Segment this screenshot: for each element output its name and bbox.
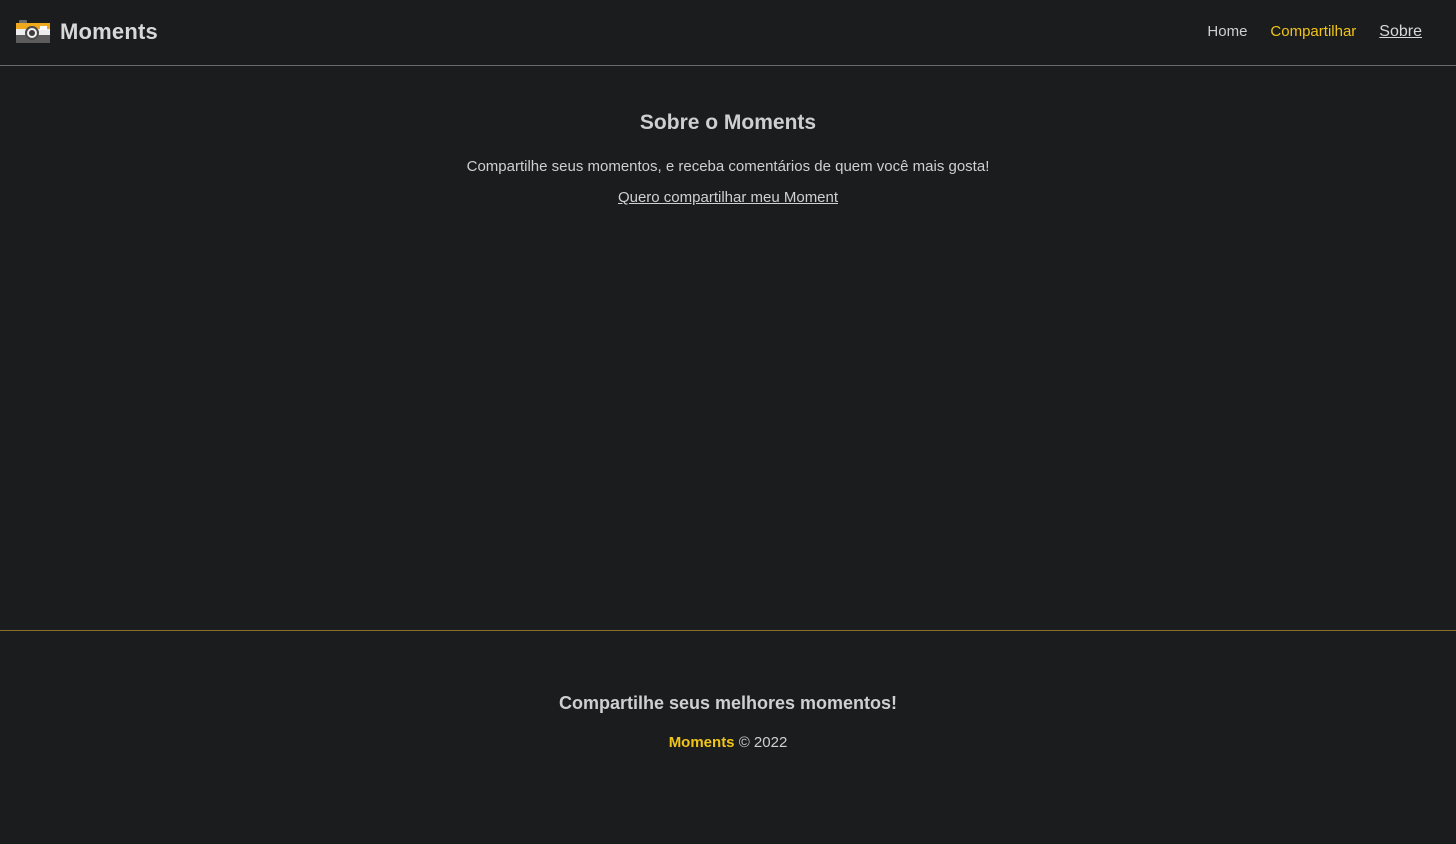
- footer-copyright: Moments © 2022: [0, 734, 1456, 751]
- nav-home-link[interactable]: Home: [1207, 23, 1247, 41]
- page-description: Compartilhe seus momentos, e receba come…: [466, 158, 990, 175]
- navbar: Moments Home Compartilhar Sobre: [0, 0, 1456, 66]
- camera-icon: [16, 19, 50, 45]
- footer-brand: Moments: [668, 734, 735, 751]
- footer-tagline: Compartilhe seus melhores momentos!: [558, 693, 898, 713]
- share-moment-link[interactable]: Quero compartilhar meu Moment: [0, 189, 1456, 206]
- nav-links: Home Compartilhar Sobre: [1184, 23, 1422, 41]
- main-content: Sobre o Moments Compartilhe seus momento…: [0, 67, 1456, 630]
- nav-about-link[interactable]: Sobre: [1379, 23, 1422, 41]
- brand-link[interactable]: Moments: [16, 19, 158, 45]
- page-title: Sobre o Moments: [639, 111, 817, 134]
- nav-share-link[interactable]: Compartilhar: [1270, 23, 1356, 41]
- copyright-text: © 2022: [738, 734, 788, 751]
- brand-name: Moments: [60, 19, 158, 44]
- footer: Compartilhe seus melhores momentos! Mome…: [0, 630, 1456, 844]
